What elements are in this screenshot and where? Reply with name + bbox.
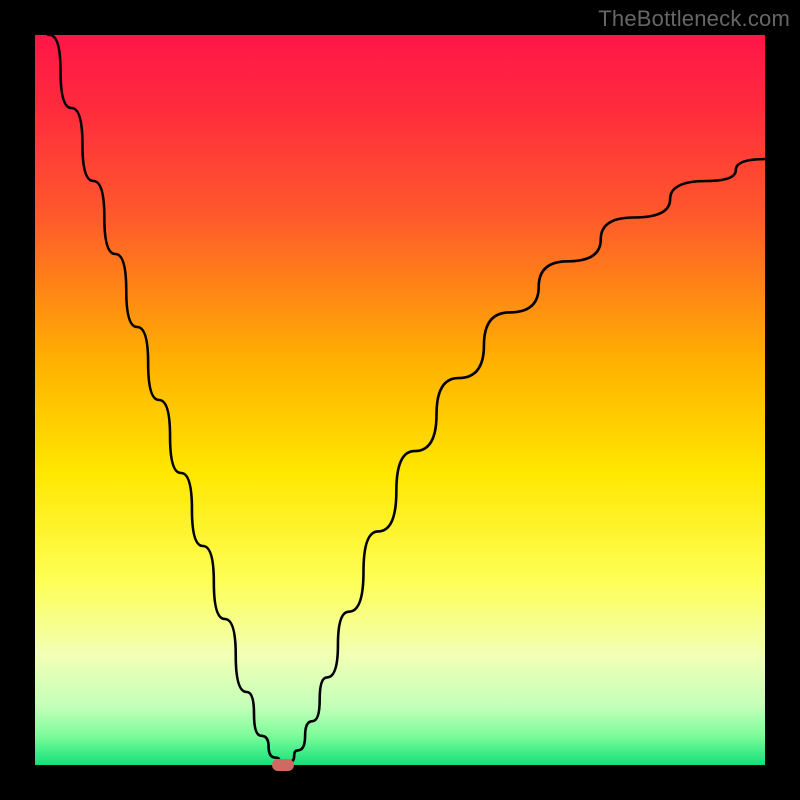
watermark-text: TheBottleneck.com — [598, 6, 790, 32]
chart-frame: TheBottleneck.com — [0, 0, 800, 800]
curve-layer — [35, 35, 765, 765]
bottleneck-curve — [35, 35, 765, 765]
optimum-marker — [272, 759, 294, 771]
plot-area — [35, 35, 765, 765]
